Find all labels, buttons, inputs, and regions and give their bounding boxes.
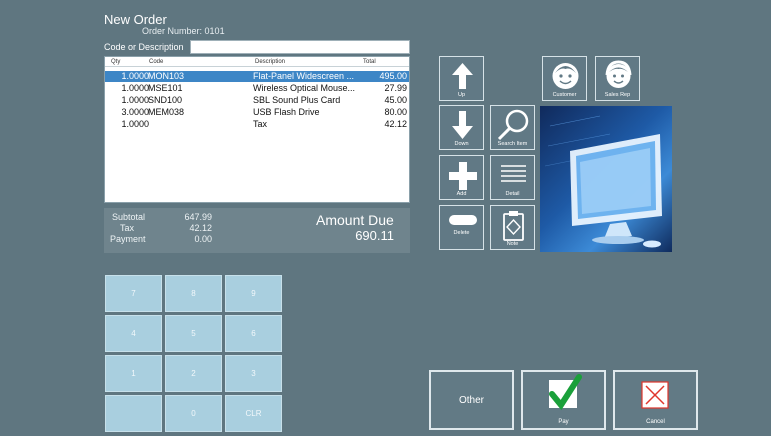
order-number-label: Order Number:	[142, 26, 203, 36]
cell-total: 495.00	[379, 71, 407, 81]
totals-panel: Subtotal 647.99 Tax 42.12 Payment 0.00 A…	[104, 208, 410, 253]
keypad-key-8[interactable]: 8	[165, 275, 222, 312]
cancel-button[interactable]: Cancel	[613, 370, 698, 430]
col-qty: Qty	[111, 59, 121, 65]
search-item-label: Search Item	[497, 141, 528, 147]
payment-label: Payment	[110, 234, 146, 244]
minus-icon	[449, 215, 477, 225]
sales-rep-label: Sales Rep	[604, 92, 631, 98]
cell-description: Tax	[253, 119, 268, 129]
search-item-button[interactable]: Search Item	[490, 105, 535, 150]
keypad-key-1[interactable]: 1	[105, 355, 162, 392]
down-button[interactable]: Down	[439, 105, 484, 150]
keypad-key-4[interactable]: 4	[105, 315, 162, 352]
col-code: Code	[149, 59, 164, 65]
col-total: Total	[363, 59, 376, 65]
cell-code: MSE101	[148, 83, 183, 93]
note-button[interactable]: Note	[490, 205, 535, 250]
keypad-key-clr[interactable]: CLR	[225, 395, 282, 432]
keypad-key-7[interactable]: 7	[105, 275, 162, 312]
cell-description: Wireless Optical Mouse...	[253, 83, 356, 93]
keypad-key-0[interactable]: 0	[165, 395, 222, 432]
payment-value: 0.00	[194, 234, 212, 244]
up-button[interactable]: Up	[439, 56, 484, 101]
other-label: Other	[458, 395, 484, 406]
table-row[interactable]: 1.0000 MSE101 Wireless Optical Mouse... …	[105, 83, 409, 94]
cell-code: MON103	[148, 71, 185, 81]
table-row[interactable]: 3.0000 MEM038 USB Flash Drive 80.00	[105, 107, 409, 118]
cell-code: MEM038	[148, 107, 185, 117]
table-row[interactable]: 1.0000 Tax 42.12	[105, 119, 409, 130]
computer-monitor-image	[540, 106, 672, 252]
pos-window: New Order Order Number: 0101 Code or Des…	[0, 0, 771, 436]
amount-due-label: Amount Due	[316, 212, 394, 228]
detail-label: Detail	[505, 191, 520, 197]
cell-qty: 1.0000	[121, 95, 149, 105]
sales-rep-button[interactable]: Sales Rep	[595, 56, 640, 101]
amount-due-value: 690.11	[355, 228, 394, 243]
col-description: Description	[255, 59, 286, 65]
tax-label: Tax	[120, 223, 135, 233]
order-grid[interactable]: Qty Code Description Total 1.0000 MON103…	[104, 56, 410, 203]
code-label: Code or Description	[104, 42, 184, 52]
delete-button[interactable]: Delete	[439, 205, 484, 250]
other-button[interactable]: Other	[429, 370, 514, 430]
note-label: Note	[506, 241, 519, 247]
cell-total: 27.99	[384, 83, 407, 93]
detail-button[interactable]: Detail	[490, 155, 535, 200]
table-row[interactable]: 1.0000 MON103 Flat-Panel Widescreen ... …	[105, 71, 409, 82]
cancel-label: Cancel	[646, 419, 665, 425]
cell-description: SBL Sound Plus Card	[253, 95, 341, 105]
cell-qty: 3.0000	[121, 107, 149, 117]
cell-qty: 1.0000	[121, 71, 149, 81]
keypad-key-3[interactable]: 3	[225, 355, 282, 392]
cell-qty: 1.0000	[121, 83, 149, 93]
grid-header: Qty Code Description Total	[105, 57, 409, 67]
down-label: Down	[454, 141, 469, 147]
order-number: Order Number: 0101	[142, 26, 225, 36]
keypad-key-9[interactable]: 9	[225, 275, 282, 312]
code-search-input[interactable]	[190, 40, 410, 54]
page-title: New Order	[104, 12, 167, 27]
pay-label: Pay	[558, 419, 569, 425]
cell-total: 45.00	[384, 95, 407, 105]
tax-value: 42.12	[189, 223, 212, 233]
cell-code: SND100	[148, 95, 183, 105]
up-label: Up	[457, 92, 466, 98]
cell-total: 80.00	[384, 107, 407, 117]
keypad-key-6[interactable]: 6	[225, 315, 282, 352]
cell-qty: 1.0000	[121, 119, 149, 129]
keypad-key-2[interactable]: 2	[165, 355, 222, 392]
monitor-illustration	[544, 115, 662, 248]
keypad-key-5[interactable]: 5	[165, 315, 222, 352]
subtotal-value: 647.99	[184, 212, 212, 222]
delete-label: Delete	[453, 230, 470, 236]
cell-description: USB Flash Drive	[253, 107, 320, 117]
cell-total: 42.12	[384, 119, 407, 129]
pay-button[interactable]: Pay	[521, 370, 606, 430]
subtotal-label: Subtotal	[112, 212, 146, 222]
customer-button[interactable]: Customer	[542, 56, 587, 101]
add-button[interactable]: Add	[439, 155, 484, 200]
keypad-key-blank[interactable]	[105, 395, 162, 432]
table-row[interactable]: 1.0000 SND100 SBL Sound Plus Card 45.00	[105, 95, 409, 106]
add-label: Add	[456, 191, 467, 197]
order-number-value: 0101	[204, 26, 225, 36]
customer-label: Customer	[552, 92, 577, 98]
cell-description: Flat-Panel Widescreen ...	[253, 71, 355, 81]
